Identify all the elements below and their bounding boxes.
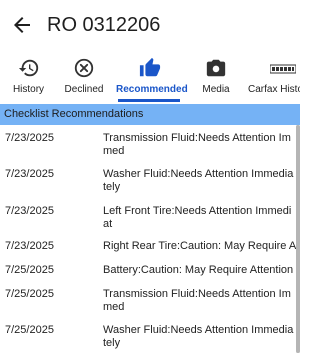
item-date: 7/23/2025	[5, 168, 54, 180]
back-arrow-icon	[14, 17, 30, 33]
item-date: 7/25/2025	[5, 264, 54, 276]
tab-label: Carfax History	[248, 84, 300, 95]
item-date: 7/25/2025	[5, 324, 54, 336]
tab-label: Declined	[64, 84, 104, 95]
list-item[interactable]: 7/23/2025 Transmission Fluid:Needs Atten…	[0, 132, 296, 170]
item-description: Left Front Tire:Needs Attention Immediat	[103, 205, 292, 230]
tab-declined[interactable]: Declined	[57, 50, 111, 102]
recommendation-list: 7/23/2025 Transmission Fluid:Needs Atten…	[0, 125, 296, 353]
list-item[interactable]: 7/23/2025 Washer Fluid:Needs Attention I…	[0, 168, 296, 206]
item-description: Battery:Caution: May Require Attention	[103, 264, 294, 276]
item-description: Washer Fluid:Needs Attention Immediately	[103, 324, 294, 349]
tab-label: Media	[202, 84, 230, 95]
tab-bar: History Declined Recommended Media Carfa…	[0, 50, 300, 102]
item-date: 7/23/2025	[5, 240, 54, 252]
tab-label: History	[12, 84, 45, 95]
section-header: Checklist Recommendations	[0, 104, 300, 125]
declined-icon	[74, 58, 94, 78]
history-icon	[18, 59, 38, 77]
tab-label: Recommended	[116, 84, 188, 95]
item-description: Transmission Fluid:Needs Attention Immed	[103, 132, 291, 157]
tab-carfax-history[interactable]: Carfax History	[248, 50, 300, 102]
list-item[interactable]: 7/25/2025 Washer Fluid:Needs Attention I…	[0, 324, 296, 353]
tab-media[interactable]: Media	[190, 50, 242, 102]
item-date: 7/23/2025	[5, 205, 54, 217]
page-title: RO 0312206	[47, 14, 161, 36]
back-button[interactable]	[10, 13, 34, 37]
list-item[interactable]: 7/25/2025 Transmission Fluid:Needs Atten…	[0, 288, 296, 326]
tab-history[interactable]: History	[0, 50, 57, 102]
list-scrollbar[interactable]	[296, 125, 300, 353]
item-description: Right Rear Tire:Caution: May Require Att	[103, 240, 296, 252]
scrollbar-thumb[interactable]	[296, 125, 300, 353]
active-tab-indicator	[118, 99, 180, 102]
app-bar: RO 0312206	[0, 0, 300, 50]
list-item[interactable]: 7/23/2025 Left Front Tire:Needs Attentio…	[0, 205, 296, 243]
item-date: 7/23/2025	[5, 132, 54, 144]
carfax-logo-icon	[270, 64, 296, 74]
item-description: Washer Fluid:Needs Attention Immediately	[103, 168, 294, 193]
item-description: Transmission Fluid:Needs Attention Immed	[103, 288, 291, 313]
section-title: Checklist Recommendations	[4, 108, 144, 120]
tab-recommended[interactable]: Recommended	[116, 50, 188, 102]
camera-icon	[206, 59, 226, 77]
thumbs-up-icon	[139, 57, 161, 77]
item-date: 7/25/2025	[5, 288, 54, 300]
